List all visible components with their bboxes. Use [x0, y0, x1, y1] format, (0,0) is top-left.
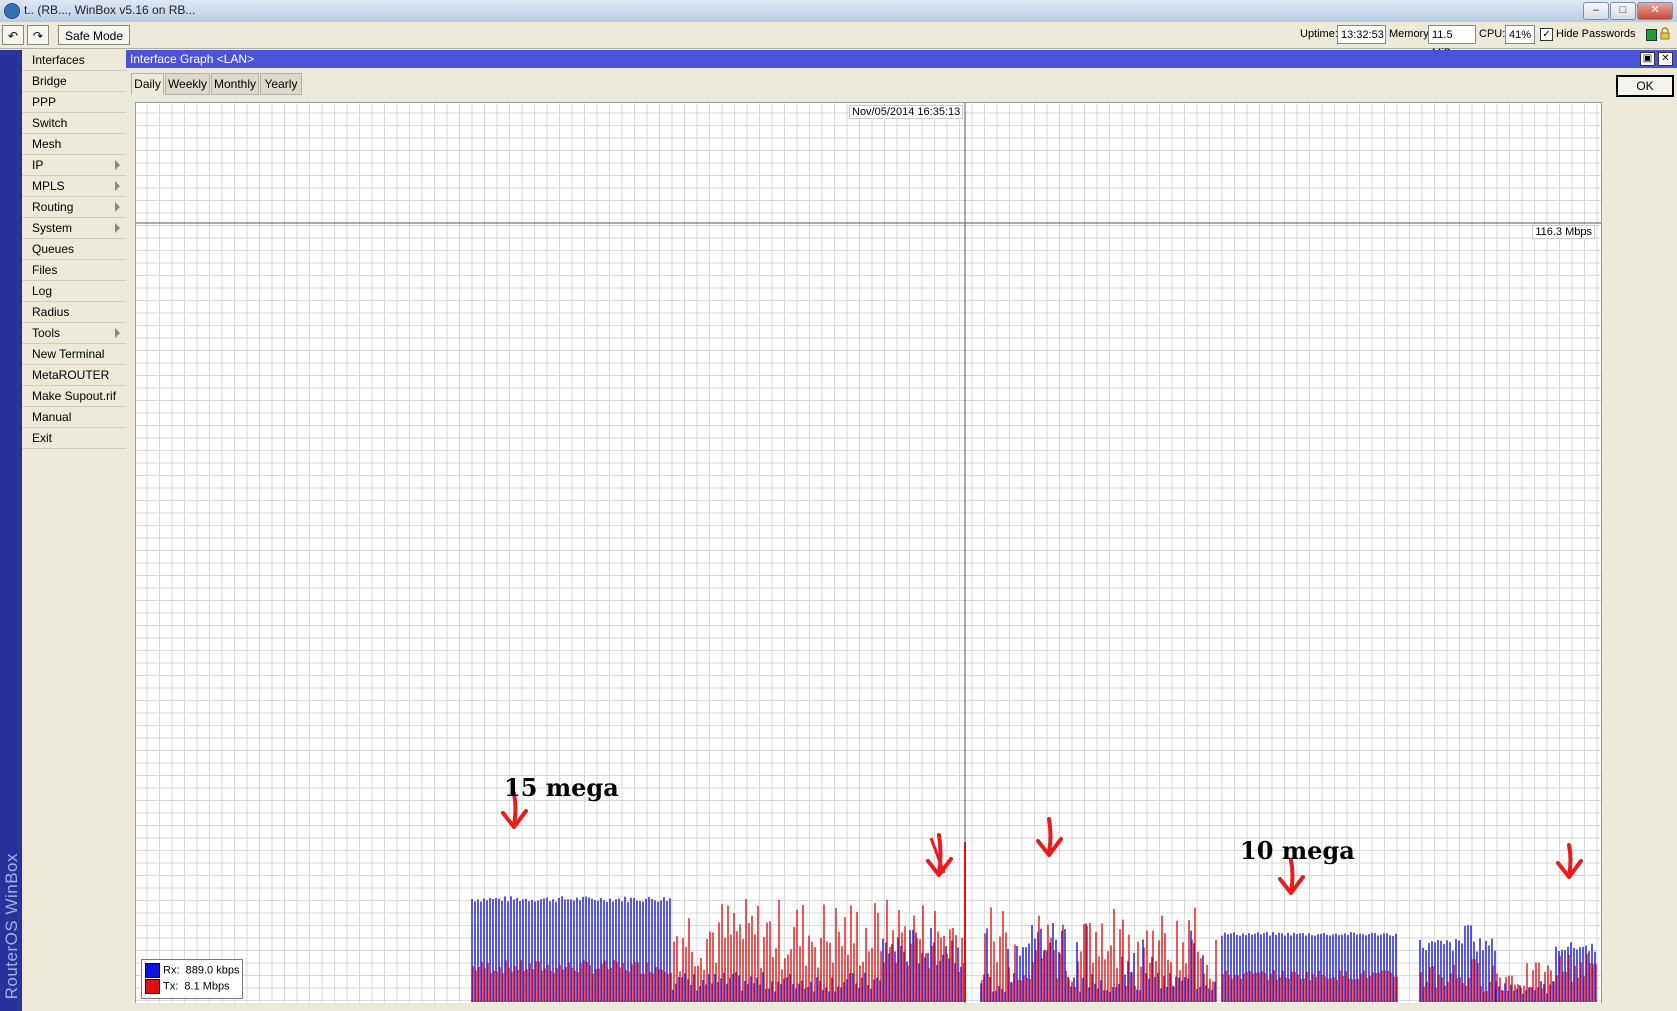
sidebar-item-label: Manual: [32, 410, 72, 424]
sidebar-item-label: Interfaces: [32, 53, 85, 67]
status-strip: [126, 1003, 1677, 1011]
annotation-15-mega: 15 mega: [504, 773, 619, 802]
uptime-value: 13:32:53: [1337, 25, 1386, 44]
sidebar-item-label: Routing: [32, 200, 74, 214]
cpu-value: 41%: [1505, 25, 1535, 44]
memory-value: 11.5 MiB: [1428, 25, 1476, 59]
sidebar-item-label: New Terminal: [32, 347, 105, 361]
sidebar-item-label: System: [32, 221, 73, 235]
sidebar-item-metarouter[interactable]: MetaROUTER: [22, 365, 126, 386]
sidebar-item-radius[interactable]: Radius: [22, 302, 126, 323]
sidebar-item-label: PPP: [32, 95, 57, 109]
window-titlebar: t.. (RB..., WinBox v5.16 on RB... – □ ✕: [0, 0, 1677, 23]
graph-timestamp: Nov/05/2014 16:35:13: [849, 105, 964, 119]
legend-rx-swatch: [145, 963, 160, 978]
submenu-arrow-icon: [115, 202, 120, 212]
main-toolbar: ↶ ↷ Safe Mode Uptime: 13:32:53 Memory: 1…: [0, 22, 1677, 59]
legend-tx: Tx: 8.1 Mbps: [145, 979, 230, 994]
ok-button[interactable]: OK: [1616, 75, 1674, 97]
sidebar-item-queues[interactable]: Queues: [22, 239, 126, 260]
tab-daily[interactable]: Daily: [131, 73, 164, 95]
hide-passwords-label: Hide Passwords: [1556, 28, 1636, 40]
sidebar-item-label: IP: [32, 158, 44, 172]
sidebar-item-label: MPLS: [32, 179, 65, 193]
sidebar-item-log[interactable]: Log: [22, 281, 126, 302]
legend-tx-name: Tx:: [163, 980, 179, 993]
legend-rx-name: Rx:: [163, 964, 180, 977]
graph-max-label: 116.3 Mbps: [1532, 225, 1595, 239]
sidebar-item-mesh[interactable]: Mesh: [22, 134, 126, 155]
connection-status-icon: [1646, 29, 1657, 41]
traffic-graph-canvas: [136, 103, 1601, 1003]
legend-tx-value: 8.1 Mbps: [184, 980, 230, 993]
sidebar-item-label: Make Supout.rif: [32, 389, 117, 403]
sidebar-brand-strip: RouterOS WinBox: [0, 50, 22, 1011]
annotation-arrow: [1047, 817, 1053, 855]
submenu-arrow-icon: [115, 328, 120, 338]
sidebar-item-files[interactable]: Files: [22, 260, 126, 281]
close-window-button[interactable]: ✕: [1637, 2, 1673, 20]
sidebar-item-label: Exit: [32, 431, 53, 445]
sidebar-item-switch[interactable]: Switch: [22, 113, 126, 134]
panel-restore-icon[interactable]: ▣: [1640, 52, 1655, 66]
sidebar-item-interfaces[interactable]: Interfaces: [22, 50, 126, 71]
winbox-app-icon: [4, 3, 20, 19]
sidebar-item-ppp[interactable]: PPP: [22, 92, 126, 113]
sidebar-item-bridge[interactable]: Bridge: [22, 71, 126, 92]
sidebar-item-label: Log: [32, 284, 53, 298]
legend-rx: Rx: 889.0 kbps: [145, 963, 239, 978]
sidebar-item-label: Radius: [32, 305, 70, 319]
legend-tx-swatch: [145, 979, 160, 994]
lock-icon: [1660, 27, 1670, 40]
cpu-label: CPU:: [1479, 28, 1506, 40]
window-title: t.. (RB..., WinBox v5.16 on RB...: [24, 3, 196, 17]
panel-title: Interface Graph <LAN>: [130, 52, 255, 66]
sidebar-item-label: Mesh: [32, 137, 62, 151]
safe-mode-button[interactable]: Safe Mode: [58, 25, 130, 45]
graph-legend: Rx: 889.0 kbps Tx: 8.1 Mbps: [141, 959, 243, 999]
memory-label: Memory:: [1389, 28, 1432, 40]
maximize-button[interactable]: □: [1610, 2, 1636, 20]
sidebar-item-label: Switch: [32, 116, 68, 130]
routeros-winbox-brand: RouterOS WinBox: [2, 852, 21, 999]
minimize-button[interactable]: –: [1583, 2, 1609, 20]
sidebar-item-label: MetaROUTER: [32, 368, 110, 382]
hide-passwords-checkbox[interactable]: ✓: [1540, 28, 1553, 41]
redo-icon[interactable]: ↷: [27, 25, 49, 45]
sidebar-item-routing[interactable]: Routing: [22, 197, 126, 218]
tab-yearly[interactable]: Yearly: [260, 73, 302, 95]
sidebar-item-label: Tools: [32, 326, 61, 340]
tab-weekly[interactable]: Weekly: [165, 73, 210, 95]
sidebar-menu: Interfaces Bridge PPP Switch Mesh IP MPLS Routi…: [22, 50, 126, 449]
sidebar-item-system[interactable]: System: [22, 218, 126, 239]
sidebar-item-ip[interactable]: IP: [22, 155, 126, 176]
annotation-10-mega: 10 mega: [1240, 836, 1355, 865]
sidebar-item-label: Queues: [32, 242, 75, 256]
sidebar-item-new-terminal[interactable]: New Terminal: [22, 344, 126, 365]
sidebar-item-make-supout-rif[interactable]: Make Supout.rif: [22, 386, 126, 407]
uptime-label: Uptime:: [1300, 28, 1338, 40]
sidebar-item-label: Files: [32, 263, 58, 277]
submenu-arrow-icon: [115, 160, 120, 170]
submenu-arrow-icon: [115, 181, 120, 191]
panel-close-icon[interactable]: ✕: [1658, 52, 1673, 66]
traffic-graph: Nov/05/2014 16:35:13 116.3 Mbps 15 mega …: [135, 102, 1602, 1004]
sidebar-item-label: Bridge: [32, 74, 67, 88]
submenu-arrow-icon: [115, 223, 120, 233]
annotation-arrow: [937, 833, 943, 875]
sidebar-item-manual[interactable]: Manual: [22, 407, 126, 428]
interface-graph-titlebar: Interface Graph <LAN> ▣ ✕: [126, 50, 1677, 68]
sidebar-item-tools[interactable]: Tools: [22, 323, 126, 344]
sidebar-item-exit[interactable]: Exit: [22, 428, 126, 449]
undo-icon[interactable]: ↶: [2, 25, 24, 45]
sidebar-item-mpls[interactable]: MPLS: [22, 176, 126, 197]
tab-monthly[interactable]: Monthly: [211, 73, 259, 95]
legend-rx-value: 889.0 kbps: [185, 964, 240, 977]
annotation-arrow: [1567, 843, 1573, 877]
